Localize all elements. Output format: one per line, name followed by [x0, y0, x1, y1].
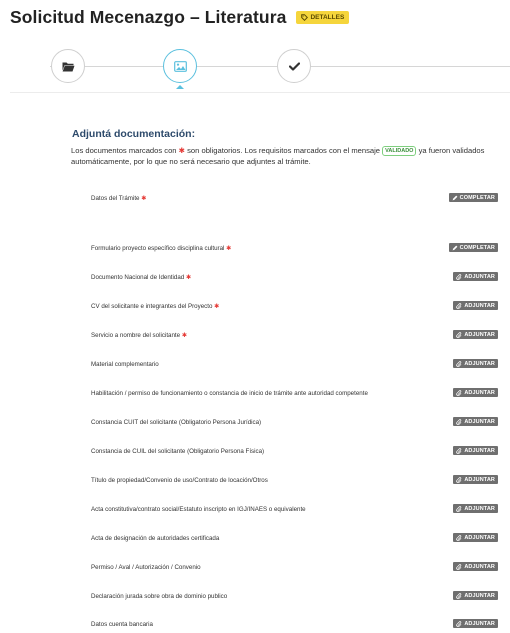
paperclip-icon — [456, 302, 462, 309]
page-header: Solicitud Mecenazgo – Literatura DETALLE… — [10, 6, 350, 28]
document-row: Permiso / Aval / Autorización / Convenio… — [0, 562, 510, 576]
attach-button[interactable]: ADJUNTAR — [453, 301, 498, 310]
document-row: Servicio a nombre del solicitante ✱ ADJU… — [0, 330, 510, 344]
paperclip-icon — [456, 534, 462, 541]
image-icon — [173, 60, 187, 72]
attach-button[interactable]: ADJUNTAR — [453, 475, 498, 484]
document-label: Título de propiedad/Convenio de uso/Cont… — [91, 477, 268, 484]
required-star-icon: ✱ — [214, 303, 220, 310]
paperclip-icon — [456, 592, 462, 599]
details-badge[interactable]: DETALLES — [296, 10, 350, 24]
document-row: Declaración jurada sobre obra de dominio… — [0, 591, 510, 605]
document-label: Acta constitutiva/contrato social/Estatu… — [91, 506, 306, 513]
document-label: Constancia de CUIL del solicitante (Obli… — [91, 448, 265, 455]
paperclip-icon — [456, 447, 462, 454]
paperclip-icon — [456, 563, 462, 570]
folder-icon — [62, 62, 74, 71]
attach-button[interactable]: ADJUNTAR — [453, 388, 498, 397]
document-row: Acta constitutiva/contrato social/Estatu… — [0, 504, 510, 518]
tag-icon — [301, 13, 309, 21]
section-intro: Los documentos marcados con ✱ son obliga… — [71, 145, 507, 167]
document-label: CV del solicitante e integrantes del Pro… — [91, 303, 220, 310]
attach-button[interactable]: ADJUNTAR — [453, 446, 498, 455]
document-label: Servicio a nombre del solicitante ✱ — [91, 332, 187, 339]
document-label: Habilitación / permiso de funcionamiento… — [91, 390, 368, 397]
document-row: Formulario proyecto específico disciplin… — [0, 243, 510, 257]
paperclip-icon — [456, 389, 462, 396]
attach-button[interactable]: ADJUNTAR — [453, 533, 498, 542]
intro-text-1: Los documentos marcados con — [71, 146, 179, 155]
document-label: Formulario proyecto específico disciplin… — [91, 245, 232, 252]
attach-button[interactable]: ADJUNTAR — [453, 359, 498, 368]
document-label: Permiso / Aval / Autorización / Convenio — [91, 564, 201, 571]
paperclip-icon — [456, 273, 462, 280]
document-label: Documento Nacional de Identidad ✱ — [91, 274, 192, 281]
complete-button[interactable]: COMPLETAR — [448, 193, 498, 202]
details-badge-label: DETALLES — [310, 13, 345, 21]
stepper — [0, 44, 510, 94]
document-label: Datos del Trámite ✱ — [91, 195, 147, 202]
attach-button[interactable]: ADJUNTAR — [453, 272, 498, 281]
attach-button[interactable]: ADJUNTAR — [453, 562, 498, 571]
step-confirm[interactable] — [277, 49, 311, 83]
pencil-icon — [452, 245, 458, 250]
document-row: Constancia CUIT del solicitante (Obligat… — [0, 417, 510, 431]
paperclip-icon — [456, 418, 462, 425]
paperclip-icon — [456, 331, 462, 338]
document-label: Acta de designación de autoridades certi… — [91, 535, 220, 542]
paperclip-icon — [456, 360, 462, 367]
attach-button[interactable]: ADJUNTAR — [453, 619, 498, 628]
complete-button[interactable]: COMPLETAR — [448, 243, 498, 252]
document-row: Acta de designación de autoridades certi… — [0, 533, 510, 547]
document-row: Habilitación / permiso de funcionamiento… — [0, 388, 510, 402]
document-row: Datos cuenta bancaria ADJUNTAR — [0, 619, 510, 633]
required-star-icon: ✱ — [141, 195, 147, 202]
active-step-pointer — [176, 85, 184, 89]
document-row: Material complementario ADJUNTAR — [0, 359, 510, 373]
validado-badge: VALIDADO — [382, 146, 417, 156]
document-label: Declaración jurada sobre obra de dominio… — [91, 593, 228, 600]
document-label: Datos cuenta bancaria — [91, 621, 153, 628]
paperclip-icon — [456, 620, 462, 627]
paperclip-icon — [456, 476, 462, 483]
document-label: Constancia CUIT del solicitante (Obligat… — [91, 419, 262, 426]
intro-text-2: son obligatorios. Los requisitos marcado… — [185, 146, 383, 155]
check-icon — [288, 61, 300, 71]
divider — [10, 92, 510, 93]
document-row: Documento Nacional de Identidad ✱ ADJUNT… — [0, 272, 510, 286]
pencil-icon — [452, 195, 458, 200]
attach-button[interactable]: ADJUNTAR — [453, 417, 498, 426]
document-row: CV del solicitante e integrantes del Pro… — [0, 301, 510, 315]
document-label: Material complementario — [91, 361, 159, 368]
section-heading: Adjuntá documentación: — [72, 128, 196, 140]
page-title: Solicitud Mecenazgo – Literatura — [10, 6, 287, 27]
document-row: Título de propiedad/Convenio de uso/Cont… — [0, 475, 510, 489]
paperclip-icon — [456, 505, 462, 512]
attach-button[interactable]: ADJUNTAR — [453, 591, 498, 600]
document-row: Datos del Trámite ✱ COMPLETAR — [0, 193, 510, 207]
step-documents[interactable] — [51, 49, 85, 83]
required-star-icon: ✱ — [226, 245, 232, 252]
required-star-icon: ✱ — [185, 274, 192, 281]
attach-button[interactable]: ADJUNTAR — [453, 504, 498, 513]
document-row: Constancia de CUIL del solicitante (Obli… — [0, 446, 510, 460]
required-star-icon: ✱ — [181, 332, 187, 339]
attachments-section: Adjuntá documentación: Los documentos ma… — [71, 128, 510, 167]
attach-button[interactable]: ADJUNTAR — [453, 330, 498, 339]
step-attachments[interactable] — [163, 49, 197, 83]
